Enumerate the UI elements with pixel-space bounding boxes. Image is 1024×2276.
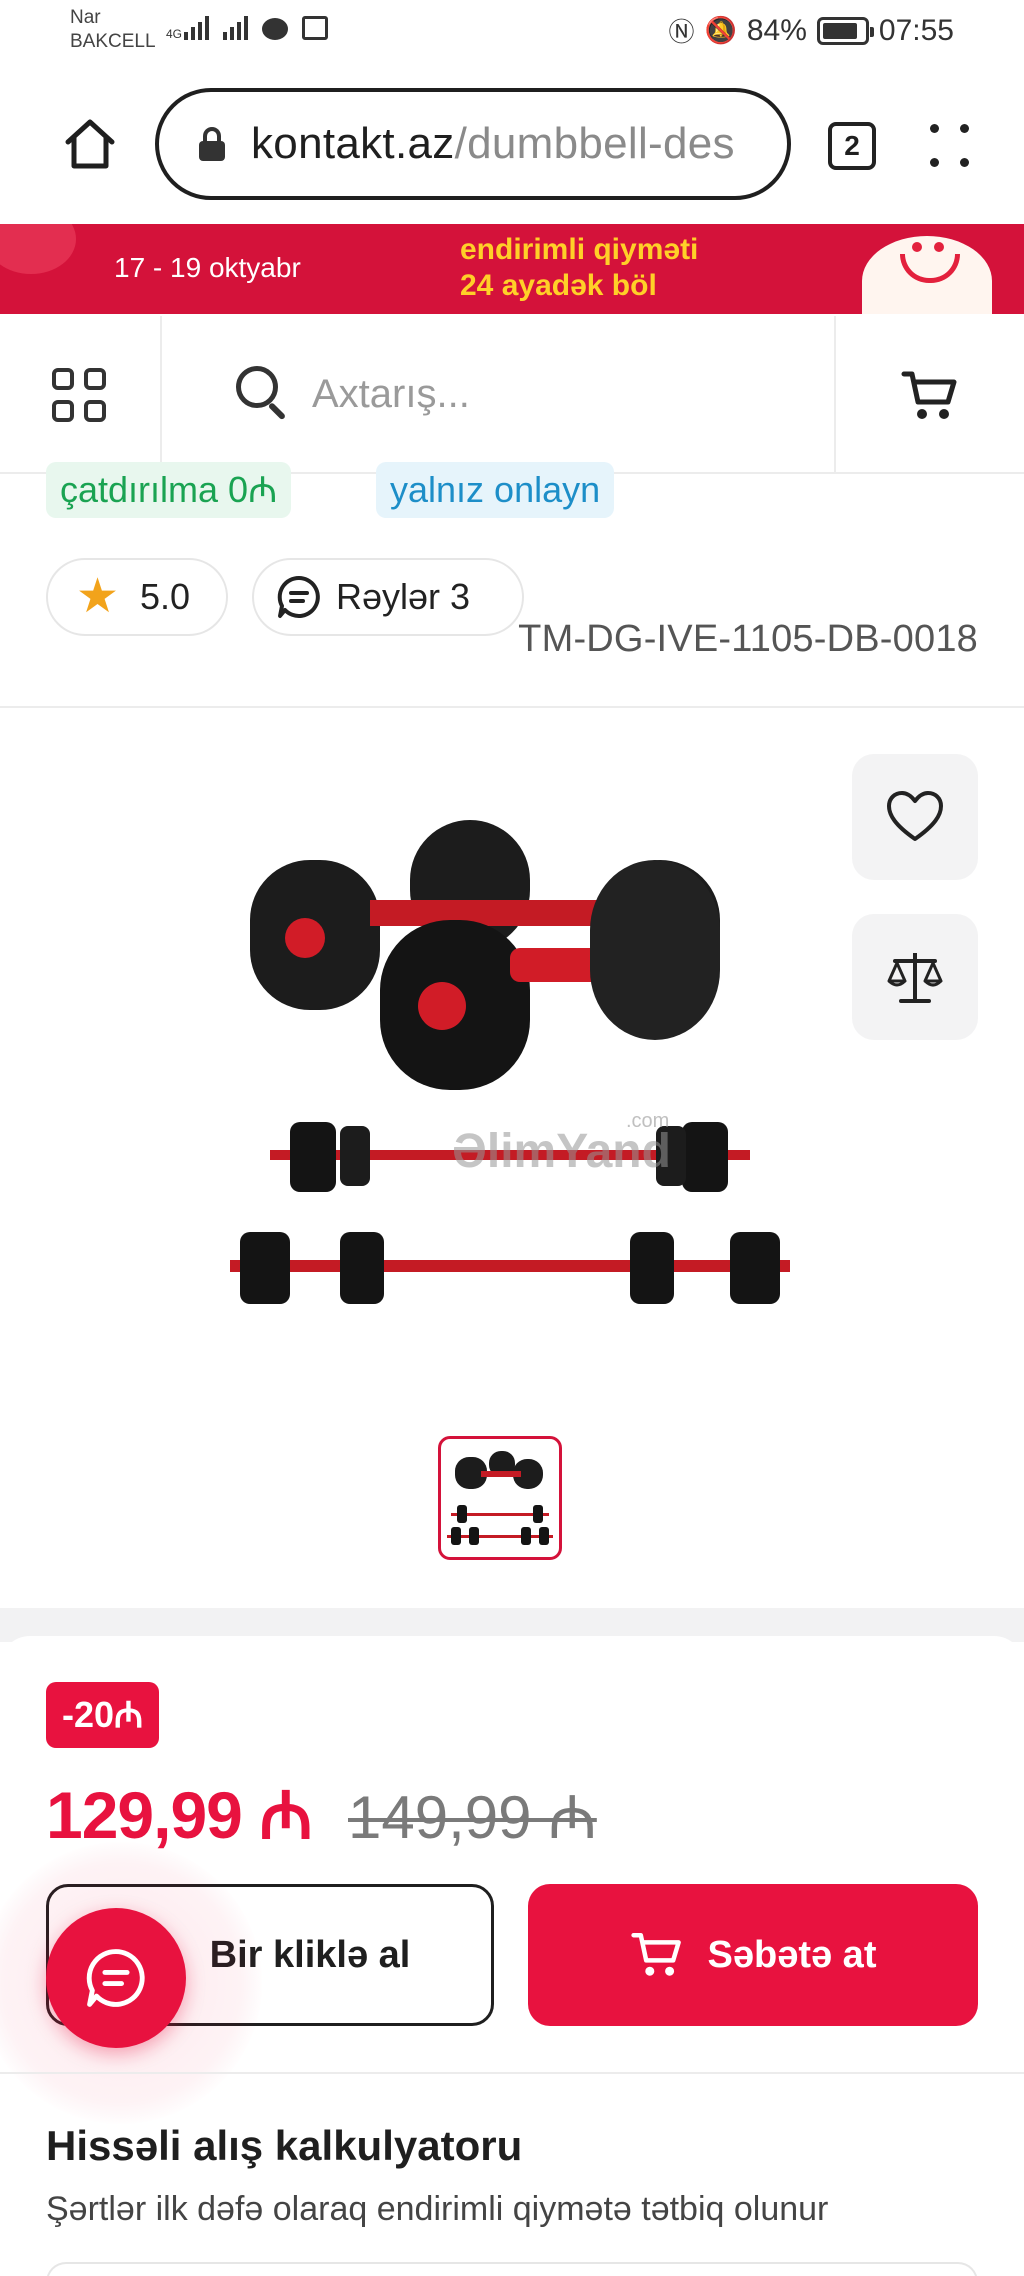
signal-icon-2 [223,14,249,40]
home-icon[interactable] [60,114,120,174]
rating-pill[interactable]: ★ 5.0 [46,558,228,636]
installment-calculator-title: Hissәli alış kalkulyatoru [46,2122,523,2169]
reviews-pill[interactable]: Rәylәr 3 [252,558,524,636]
header-cart-button[interactable] [834,316,1024,472]
signal-icon-1: 4G [166,14,210,41]
url-path: /dumbbell-des [454,119,735,168]
watermark-suffix: .com [626,1110,670,1132]
carrier-label: Nar BAKCELL [70,6,156,54]
address-bar[interactable]: kontakt.az/dumbbell-des [155,88,791,200]
image-icon [302,16,329,40]
discount-badge: -20₼ [46,1682,160,1748]
add-to-cart-label: Sәbәtә at [707,1933,877,1976]
url-host: kontakt.az [251,119,455,168]
url-text[interactable]: kontakt.az/dumbbell-des [251,119,735,169]
compare-button[interactable] [852,914,978,1040]
balloon-decoration [0,224,76,274]
tab-count-button[interactable]: 2 [828,122,876,170]
nfc-icon: Ⓝ [668,17,695,47]
product-image[interactable] [210,800,810,1340]
cake-illustration [862,236,992,314]
star-icon: ★ [76,570,120,623]
add-to-cart-button[interactable]: Sәbәtә at [528,1884,978,2026]
online-only-chip: yalnız onlayn [376,462,615,518]
status-bar: Nar BAKCELL 4G Ⓝ 🔕 84% 07:55 [0,0,1024,70]
divider [0,2072,1024,2074]
site-header [0,316,1024,474]
search-field[interactable] [236,366,812,422]
battery-percent: 84% [746,13,807,47]
current-price: 129,99 ₼ [46,1778,313,1852]
thumbnail-image [447,1451,553,1545]
lock-icon [199,127,225,161]
mute-icon: 🔕 [704,15,737,45]
old-price: 149,99 ₼ [348,1784,597,1851]
product-sku: TM-DG-IVE-1105-DB-0018 [518,618,978,660]
calculator-panel [46,2262,978,2276]
battery-icon [816,16,874,45]
catalog-grid-icon [52,368,108,424]
divider [0,706,1024,708]
search-icon [236,366,290,422]
cart-icon [630,1932,681,1976]
network-type: 4G [166,27,183,41]
chat-icon [86,1949,145,2007]
delivery-chip: çatdırılma 0₼ [46,462,292,518]
reviews-label: Rәylәr 3 [336,576,471,617]
browser-toolbar: kontakt.az/dumbbell-des 2 [0,80,1024,210]
favorite-button[interactable] [852,754,978,880]
catalog-button[interactable] [0,316,162,472]
promo-banner[interactable]: 17 - 19 oktyabr endirimli qiymәti 24 aya… [0,224,1024,314]
banner-dates: 17 - 19 oktyabr [114,252,301,283]
carrier-name-1: Nar [70,7,101,28]
menu-dots-icon[interactable] [930,120,976,172]
rating-value: 5.0 [140,576,191,617]
search-input[interactable] [312,371,812,417]
status-right-icons: Ⓝ 🔕 84% 07:55 [668,12,954,49]
message-icon [262,18,289,40]
heart-icon [887,791,943,841]
compare-scale-icon [887,953,943,1003]
banner-title: endirimli qiymәti 24 ayadәk böl [460,232,698,304]
installment-calculator-subtitle: Şәrtlәr ilk dәfә olaraq endirimli qiymәt… [46,2190,829,2228]
banner-title-line-1: endirimli qiymәti [460,233,699,266]
banner-title-line-2: 24 ayadәk böl [460,269,657,302]
chat-icon [277,575,320,618]
cart-icon [901,371,957,419]
chat-fab-button[interactable] [46,1908,186,2048]
carrier-name-2: BAKCELL [70,31,156,52]
clock: 07:55 [878,13,954,47]
barbell-bottom [230,1232,790,1304]
product-thumbnail[interactable] [438,1436,562,1560]
status-left-icons: 4G [166,14,329,41]
